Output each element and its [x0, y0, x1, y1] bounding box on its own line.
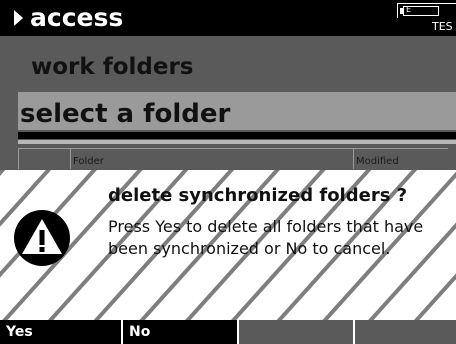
yes-button[interactable]: Yes: [0, 320, 121, 344]
column-folder[interactable]: Folder: [70, 148, 354, 169]
app-title: access: [30, 3, 124, 32]
dialog-title: delete synchronized folders ?: [108, 185, 408, 206]
dialog-message: Press Yes to delete all folders that hav…: [108, 217, 424, 258]
no-button[interactable]: No: [121, 320, 237, 344]
confirm-dialog: delete synchronized folders ? Press Yes …: [0, 170, 456, 320]
column-spacer: [18, 148, 71, 169]
column-modified-label: Modified: [356, 156, 399, 167]
screen-subtitle: work folders: [31, 54, 194, 80]
folder-selector-label: select a folder: [20, 99, 231, 129]
divider-light: [18, 140, 456, 144]
folder-table-header: Folder Modified: [0, 148, 456, 170]
column-modified[interactable]: Modified: [353, 148, 448, 169]
column-folder-label: Folder: [73, 156, 104, 167]
warning-icon: [14, 210, 70, 266]
status-indicator: [397, 3, 456, 18]
divider: [18, 132, 456, 139]
softkey-bar: Yes No: [0, 320, 456, 344]
status-text: TES: [432, 20, 453, 33]
softkey-4[interactable]: [353, 320, 456, 344]
title-bar: access E TES: [0, 0, 456, 36]
play-arrow-icon: [14, 10, 23, 26]
softkey-3[interactable]: [237, 320, 353, 344]
